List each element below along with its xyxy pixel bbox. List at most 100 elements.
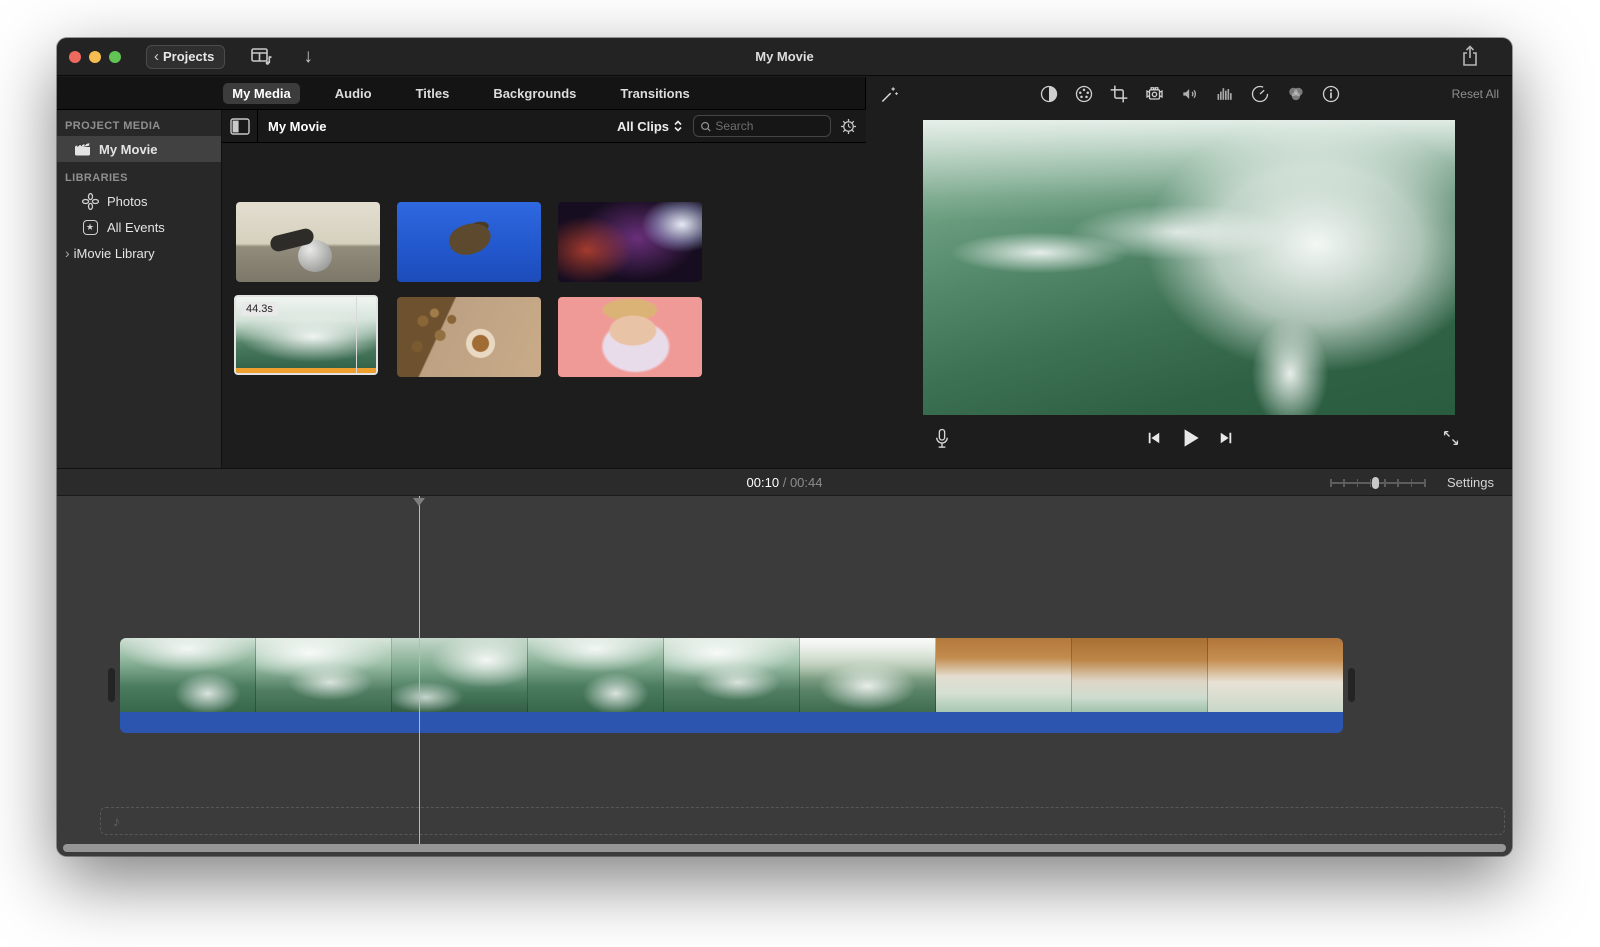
- woman-pink-clip[interactable]: [558, 297, 702, 377]
- all-clips-label: All Clips: [617, 119, 669, 134]
- tab-audio[interactable]: Audio: [326, 83, 381, 104]
- clip-duration-badge: 44.3s: [241, 302, 278, 316]
- play-icon[interactable]: [1177, 425, 1203, 451]
- window-title: My Movie: [755, 49, 814, 64]
- timeline-thumb: [256, 638, 392, 712]
- share-icon[interactable]: [1460, 45, 1480, 67]
- tab-my-media[interactable]: My Media: [223, 83, 300, 104]
- zoom-button[interactable]: [109, 51, 121, 63]
- project-media-header: PROJECT MEDIA: [57, 110, 221, 136]
- color-balance-icon[interactable]: [1039, 84, 1059, 104]
- libraries-header: LIBRARIES: [57, 162, 221, 188]
- sidebar-item-photos[interactable]: Photos: [57, 188, 221, 214]
- horizontal-scrollbar[interactable]: [63, 844, 1506, 852]
- import-arrow-icon[interactable]: ↓: [303, 46, 313, 68]
- timeline-video-clip[interactable]: [120, 638, 1343, 733]
- audio-waveform-bar[interactable]: [120, 712, 1343, 733]
- viewer-preview-image: [923, 120, 1455, 415]
- tab-transitions[interactable]: Transitions: [611, 83, 698, 104]
- settings-button[interactable]: Settings: [1447, 475, 1494, 490]
- viewer-toolbar: Reset All: [867, 77, 1512, 110]
- media-browser-icon[interactable]: [251, 48, 273, 66]
- sidebar-item-label: iMovie Library: [74, 246, 155, 261]
- all-clips-filter[interactable]: All Clips: [617, 118, 685, 134]
- sidebar-item-label: Photos: [107, 194, 147, 209]
- sidebar-item-my-movie[interactable]: My Movie: [57, 136, 221, 162]
- search-input[interactable]: [715, 119, 824, 133]
- zoom-slider-thumb[interactable]: [1372, 477, 1379, 489]
- timeline: ♪: [57, 496, 1512, 856]
- microphone-icon[interactable]: [933, 427, 951, 453]
- timeline-thumb: [120, 638, 256, 712]
- info-icon[interactable]: [1321, 84, 1341, 104]
- background-music-track[interactable]: ♪: [100, 807, 1505, 835]
- equalizer-icon[interactable]: [1215, 84, 1235, 104]
- timeline-thumb: [936, 638, 1072, 712]
- reset-all-button[interactable]: Reset All: [1452, 87, 1499, 101]
- timeline-thumb: [1072, 638, 1208, 712]
- stabilization-camera-icon[interactable]: [1144, 84, 1165, 104]
- trim-handle-right[interactable]: [1348, 668, 1355, 702]
- popup-chevrons-icon: [671, 118, 685, 134]
- ocean-waves-clip[interactable]: 44.3s: [234, 295, 378, 375]
- sea-turtle-clip[interactable]: [397, 202, 541, 282]
- previous-icon[interactable]: [1145, 429, 1163, 447]
- tab-titles[interactable]: Titles: [407, 83, 459, 104]
- trim-handle-left[interactable]: [108, 668, 115, 702]
- timeline-thumb: [1208, 638, 1343, 712]
- timeline-thumb: [664, 638, 800, 712]
- playhead-handle[interactable]: [413, 498, 425, 506]
- viewer-controls: [867, 415, 1512, 468]
- chevron-right-icon[interactable]: ›: [65, 245, 70, 261]
- nuts-and-coffee-clip[interactable]: [397, 297, 541, 377]
- next-icon[interactable]: [1217, 429, 1235, 447]
- title-bar: ‹ Projects ↓ My Movie: [57, 38, 1512, 76]
- projects-back-label: Projects: [163, 49, 214, 64]
- projects-back-button[interactable]: ‹ Projects: [146, 45, 225, 69]
- photos-pinwheel-icon: [81, 193, 99, 210]
- imovie-window: ‹ Projects ↓ My Movie My Media Audio: [57, 38, 1512, 856]
- timeline-zoom-slider[interactable]: [1330, 477, 1425, 489]
- filter-gear-icon[interactable]: [839, 117, 858, 136]
- nebula-clip[interactable]: [558, 202, 702, 282]
- back-chevron-icon: ‹: [154, 48, 159, 65]
- elapsed-time: 00:10: [747, 475, 780, 490]
- volume-icon[interactable]: [1180, 84, 1200, 104]
- browser-header: My Movie All Clips: [222, 110, 866, 143]
- music-note-icon: ♪: [113, 813, 120, 829]
- panel-toggle-icon[interactable]: [222, 110, 258, 142]
- gym-workout-clip[interactable]: [236, 202, 380, 282]
- timeline-toolbar: 00:10 / 00:44 Settings: [57, 468, 1512, 496]
- timecode: 00:10 / 00:44: [747, 475, 823, 490]
- sidebar-item-all-events[interactable]: ★ All Events: [57, 214, 221, 240]
- libraries-sidebar: PROJECT MEDIA My Movie LIBRARIES: [57, 110, 222, 468]
- color-filters-icon[interactable]: [1285, 84, 1306, 104]
- speed-icon[interactable]: [1250, 84, 1270, 104]
- sidebar-item-label: My Movie: [99, 142, 158, 157]
- fullscreen-icon[interactable]: [1442, 429, 1460, 447]
- star-badge-icon: ★: [81, 220, 99, 235]
- color-wheel-icon[interactable]: [1074, 84, 1094, 104]
- media-pane: My Media Audio Titles Backgrounds Transi…: [57, 77, 866, 468]
- search-field[interactable]: [693, 115, 831, 137]
- total-duration: 00:44: [790, 475, 823, 490]
- transport-controls: [1145, 425, 1235, 451]
- playhead-line[interactable]: [419, 496, 420, 844]
- viewer-pane: Reset All: [867, 77, 1512, 468]
- enhance-wand-icon[interactable]: [879, 84, 899, 104]
- search-icon: [700, 120, 711, 133]
- timeline-thumb: [392, 638, 528, 712]
- clapperboard-icon: [73, 142, 91, 156]
- traffic-lights: [69, 51, 121, 63]
- sidebar-item-imovie-library[interactable]: › iMovie Library: [57, 240, 221, 266]
- browser-title: My Movie: [268, 119, 327, 134]
- skimmer-line: [356, 297, 357, 373]
- clips-grid: 44.3s: [222, 143, 866, 468]
- crop-icon[interactable]: [1109, 84, 1129, 104]
- sidebar-item-label: All Events: [107, 220, 165, 235]
- media-tab-bar: My Media Audio Titles Backgrounds Transi…: [57, 77, 865, 110]
- tab-backgrounds[interactable]: Backgrounds: [484, 83, 585, 104]
- minimize-button[interactable]: [89, 51, 101, 63]
- timeline-thumb: [528, 638, 664, 712]
- close-button[interactable]: [69, 51, 81, 63]
